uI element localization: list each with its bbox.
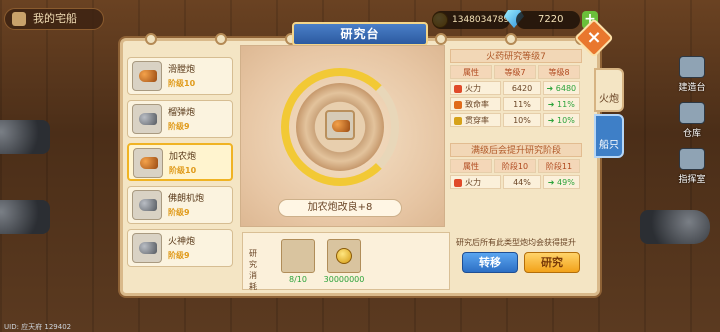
blueprint-count: 8/10 (289, 275, 307, 284)
cannon-icon (140, 157, 158, 169)
critical-icon (454, 101, 462, 109)
stats-header: 火药研究等级7 (450, 49, 582, 63)
home-ship-button[interactable]: 我的宅船 (4, 8, 104, 30)
list-item[interactable]: 佛朗机炮 阶级9 (127, 186, 233, 224)
binder-ring (145, 33, 157, 45)
coin-cost-item[interactable] (327, 239, 361, 273)
research-note: 研究后所有此类型炮均会获得提升 (456, 238, 576, 247)
panel-title: 研究台 (292, 22, 428, 46)
build-icon (679, 56, 705, 78)
cannon-icon (139, 199, 157, 211)
research-button[interactable]: 研究 (524, 252, 580, 273)
status-line: UID: 应天府 129402 (4, 323, 72, 331)
stage-header: 满级后会提升研究阶段 (450, 143, 582, 157)
stat-row: 火力 6420 ➜ 6480 (450, 81, 582, 95)
coin-counter: 13480347897 (432, 11, 515, 29)
cannon-icon (139, 70, 157, 82)
cannon-list: 滑膛炮 阶级10 榴弹炮 阶级9 加农炮 阶级10 佛朗机炮 阶级9 火神炮 阶级9 (127, 57, 237, 293)
upgrade-caption: 加农炮改良+8 (278, 199, 402, 217)
binder-ring (215, 33, 227, 45)
command-room-button[interactable]: 指挥室 (670, 148, 714, 188)
cannon-thumbnail (132, 61, 162, 91)
stage-row: 火力 44% ➜ 49% (450, 175, 582, 189)
cannon-thumbnail (132, 104, 162, 134)
cannon-thumbnail (132, 190, 162, 220)
warehouse-icon (679, 102, 705, 124)
ship-icon (12, 12, 26, 26)
deck-cannon-left (0, 120, 50, 154)
build-station-button[interactable]: 建造台 (670, 56, 714, 96)
cannon-thumbnail (132, 233, 162, 263)
list-item[interactable]: 滑膛炮 阶级10 (127, 57, 233, 95)
gem-counter: 7220 (516, 11, 580, 29)
cost-label: 研究消耗 (249, 249, 257, 291)
list-item[interactable]: 火神炮 阶级9 (127, 229, 233, 267)
research-cost: 研究消耗 8/10 30000000 (242, 232, 450, 291)
coin-icon (336, 248, 352, 264)
binder-ring (435, 33, 447, 45)
list-item[interactable]: 榴弹炮 阶级9 (127, 100, 233, 138)
pierce-icon (454, 117, 462, 125)
cannon-icon (139, 242, 157, 254)
stat-row: 致命率 11% ➜ 11% (450, 97, 582, 111)
cannon-thumbnail (133, 148, 163, 178)
firepower-icon (454, 179, 462, 187)
deck-cannon-right (640, 210, 710, 244)
tab-cannon[interactable]: 火炮 (594, 68, 624, 112)
binder-ring (505, 33, 517, 45)
transfer-button[interactable]: 转移 (462, 252, 518, 273)
close-icon: × (586, 27, 602, 48)
stats-panel: 火药研究等级7 属性 等级7 等级8 火力 6420 ➜ 6480 致命率 11% ➜ 11… (450, 49, 582, 227)
cannon-icon (332, 120, 350, 132)
cannon-icon (139, 113, 157, 125)
command-icon (679, 148, 705, 170)
stat-row: 贯穿率 10% ➜ 10% (450, 113, 582, 127)
selected-cannon-slot[interactable] (325, 110, 355, 140)
coin-cost: 30000000 (323, 275, 365, 284)
tab-ship[interactable]: 船只 (594, 114, 624, 158)
warehouse-button[interactable]: 仓库 (670, 102, 714, 142)
blueprint-item[interactable] (281, 239, 315, 273)
list-item-selected[interactable]: 加农炮 阶级10 (127, 143, 233, 181)
deck-cannon-left-2 (0, 200, 50, 234)
firepower-icon (454, 85, 462, 93)
